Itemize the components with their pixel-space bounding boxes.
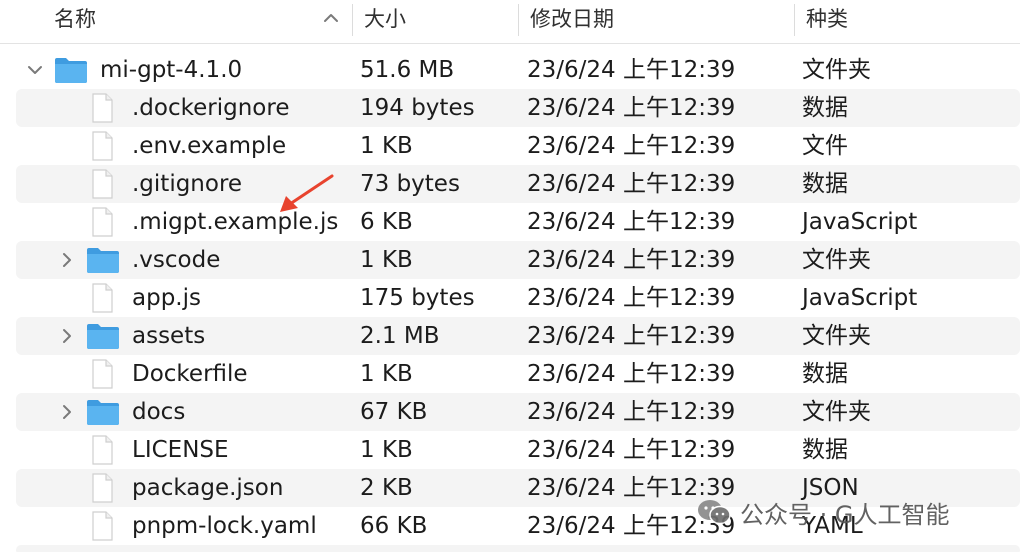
file-name: Dockerfile	[132, 361, 248, 387]
file-modified-date: 23/6/24 上午12:39	[527, 209, 736, 235]
file-kind: 数据	[802, 437, 848, 463]
file-size: 2 KB	[360, 475, 413, 501]
file-name: .vscode	[132, 247, 221, 273]
table-row[interactable]: assets 2.1 MB 23/6/24 上午12:39 文件夹	[16, 317, 1020, 355]
column-header-kind[interactable]: 种类	[806, 0, 848, 44]
file-kind: 文件夹	[802, 57, 871, 83]
table-row[interactable]: .env.example 1 KB 23/6/24 上午12:39 文件	[16, 127, 1020, 165]
file-modified-date: 23/6/24 上午12:39	[527, 323, 736, 349]
column-header-size[interactable]: 大小	[364, 0, 406, 44]
file-kind: 数据	[802, 361, 848, 387]
file-size: 1 KB	[360, 437, 413, 463]
file-icon	[86, 472, 118, 504]
finder-list-view: 名称 大小 修改日期 种类 mi-gpt-4.1.0 51.6 MB 23/6/24…	[0, 0, 1020, 552]
file-size: 1 KB	[360, 361, 413, 387]
file-modified-date: 23/6/24 上午12:39	[527, 171, 736, 197]
file-size: 66 KB	[360, 513, 428, 539]
file-name: pnpm-lock.yaml	[132, 513, 317, 539]
file-modified-date: 23/6/24 上午12:39	[527, 133, 736, 159]
chevron-right-icon[interactable]	[58, 251, 76, 269]
table-row[interactable]: docs 67 KB 23/6/24 上午12:39 文件夹	[16, 393, 1020, 431]
table-row[interactable]: .gitignore 73 bytes 23/6/24 上午12:39 数据	[16, 165, 1020, 203]
folder-icon	[86, 322, 120, 350]
file-modified-date: 23/6/24 上午12:39	[527, 57, 736, 83]
column-divider[interactable]	[352, 4, 353, 36]
column-header-bar: 名称 大小 修改日期 种类	[0, 0, 1020, 44]
file-kind: 文件夹	[802, 247, 871, 273]
file-size: 73 bytes	[360, 171, 460, 197]
table-row[interactable]: .vscode 1 KB 23/6/24 上午12:39 文件夹	[16, 241, 1020, 279]
table-row[interactable]: .migpt.example.js 6 KB 23/6/24 上午12:39 Java…	[16, 203, 1020, 241]
file-kind: JavaScript	[802, 285, 918, 311]
file-kind: 文件夹	[802, 323, 871, 349]
file-name: .dockerignore	[132, 95, 290, 121]
file-kind: 数据	[802, 171, 848, 197]
file-modified-date: 23/6/24 上午12:39	[527, 361, 736, 387]
table-row[interactable]: Dockerfile 1 KB 23/6/24 上午12:39 数据	[16, 355, 1020, 393]
file-icon	[86, 206, 118, 238]
folder-icon	[86, 246, 120, 274]
file-size: 67 KB	[360, 399, 428, 425]
file-modified-date: 23/6/24 上午12:39	[527, 247, 736, 273]
file-name: .gitignore	[132, 171, 243, 197]
file-icon	[86, 510, 118, 542]
chevron-right-icon[interactable]	[58, 403, 76, 421]
partial-row	[16, 545, 1020, 552]
file-size: 2.1 MB	[360, 323, 440, 349]
table-row[interactable]: .dockerignore 194 bytes 23/6/24 上午12:39 数据	[16, 89, 1020, 127]
file-icon	[86, 434, 118, 466]
file-name: LICENSE	[132, 437, 229, 463]
folder-icon	[54, 56, 88, 84]
file-modified-date: 23/6/24 上午12:39	[527, 399, 736, 425]
wechat-logo-icon	[698, 500, 731, 525]
chevron-down-icon[interactable]	[26, 61, 44, 79]
file-icon	[86, 282, 118, 314]
table-row[interactable]: LICENSE 1 KB 23/6/24 上午12:39 数据	[16, 431, 1020, 469]
table-row[interactable]: app.js 175 bytes 23/6/24 上午12:39 JavaScript	[16, 279, 1020, 317]
file-name: mi-gpt-4.1.0	[100, 57, 243, 83]
file-name: .env.example	[132, 133, 287, 159]
column-divider[interactable]	[518, 4, 519, 36]
file-kind: JavaScript	[802, 209, 918, 235]
file-name: package.json	[132, 475, 284, 501]
file-size: 175 bytes	[360, 285, 475, 311]
column-divider[interactable]	[794, 4, 795, 36]
file-size: 194 bytes	[360, 95, 475, 121]
watermark-text: 公众号 · G人工智能	[740, 500, 950, 529]
file-icon	[86, 130, 118, 162]
watermark: 公众号 · G人工智能	[696, 494, 949, 530]
file-name: .migpt.example.js	[132, 209, 339, 235]
file-modified-date: 23/6/24 上午12:39	[527, 95, 736, 121]
chevron-up-icon[interactable]	[322, 9, 340, 27]
file-icon	[86, 168, 118, 200]
file-name: app.js	[132, 285, 201, 311]
file-size: 6 KB	[360, 209, 413, 235]
column-header-modified[interactable]: 修改日期	[530, 0, 614, 44]
folder-icon	[86, 398, 120, 426]
chevron-right-icon[interactable]	[58, 327, 76, 345]
file-size: 1 KB	[360, 133, 413, 159]
file-icon	[86, 358, 118, 390]
column-header-name[interactable]: 名称	[54, 0, 96, 44]
file-name: assets	[132, 323, 206, 349]
file-kind: 数据	[802, 95, 848, 121]
file-modified-date: 23/6/24 上午12:39	[527, 437, 736, 463]
file-size: 51.6 MB	[360, 57, 455, 83]
file-modified-date: 23/6/24 上午12:39	[527, 285, 736, 311]
file-name: docs	[132, 399, 186, 425]
file-size: 1 KB	[360, 247, 413, 273]
file-kind: 文件夹	[802, 399, 871, 425]
table-row[interactable]: mi-gpt-4.1.0 51.6 MB 23/6/24 上午12:39 文件夹	[16, 51, 1020, 89]
file-kind: 文件	[802, 133, 848, 159]
file-icon	[86, 92, 118, 124]
